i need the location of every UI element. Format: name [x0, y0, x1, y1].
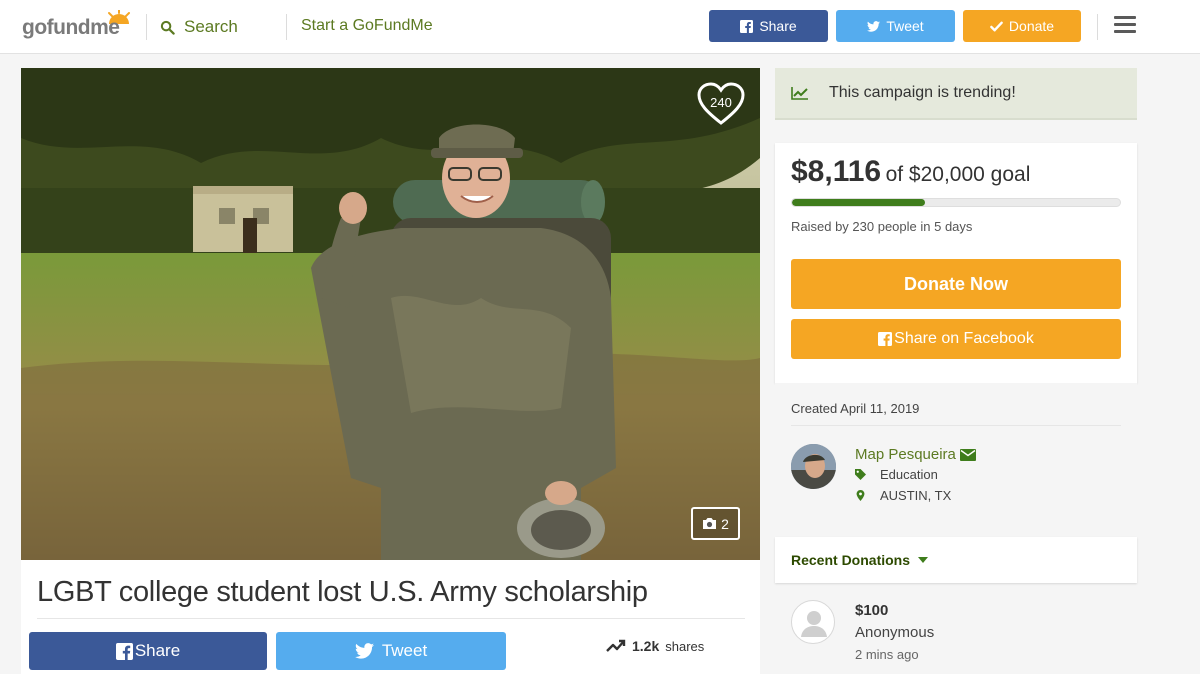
campaign-title-card: LGBT college student lost U.S. Army scho…: [21, 560, 760, 674]
envelope-icon[interactable]: [959, 448, 976, 461]
raised-amount: $8,116: [791, 155, 882, 188]
header-tweet-button[interactable]: Tweet: [836, 10, 955, 42]
twitter-icon: [867, 20, 881, 32]
top-nav: gofundme Search Start a GoFundMe Share T…: [0, 0, 1200, 54]
header-divider: [1097, 14, 1098, 40]
facebook-icon: [740, 19, 754, 33]
trending-banner: This campaign is trending!: [775, 68, 1137, 120]
tweet-label: Tweet: [381, 641, 428, 660]
trending-up-icon: [606, 639, 626, 652]
trending-text: This campaign is trending!: [829, 84, 1016, 101]
tag-icon: [855, 469, 866, 480]
raised-summary: $8,116 of $20,000 goal: [791, 155, 1030, 189]
photo-count-label: 2: [721, 515, 729, 532]
donor-avatar: [791, 600, 835, 644]
header-divider: [286, 14, 287, 40]
category-label: Education: [880, 467, 938, 482]
campaign-title: LGBT college student lost U.S. Army scho…: [37, 576, 648, 608]
header-tweet-label: Tweet: [886, 18, 924, 34]
share-button[interactable]: Share: [29, 632, 267, 670]
created-divider: [791, 425, 1121, 426]
facebook-icon: [878, 332, 893, 346]
location-label: AUSTIN, TX: [880, 488, 952, 503]
logo-text: gofundme: [22, 16, 120, 39]
donate-now-button[interactable]: Donate Now: [791, 259, 1121, 309]
progress-bar: [791, 198, 1121, 207]
search-label: Search: [184, 17, 238, 36]
organizer-name-link[interactable]: Map Pesqueira: [855, 446, 976, 463]
share-count-label: shares: [665, 638, 705, 654]
twitter-icon: [354, 643, 374, 659]
organizer-name: Map Pesqueira: [855, 446, 956, 463]
created-date: Created April 11, 2019: [791, 401, 920, 416]
campaign-photo[interactable]: [21, 68, 760, 560]
start-gofundme-link[interactable]: Start a GoFundMe: [301, 17, 433, 35]
goal-text: of $20,000 goal: [885, 163, 1031, 186]
photo-gallery-button[interactable]: 2: [691, 507, 740, 540]
camera-icon: [703, 518, 717, 529]
campaign-photo-illustration: [21, 68, 760, 560]
heart-count: 240: [710, 95, 732, 110]
category-row[interactable]: Education: [855, 467, 938, 482]
donor-name: Anonymous: [855, 624, 935, 641]
gofundme-logo[interactable]: gofundme: [22, 10, 130, 42]
organizer-card: Created April 11, 2019 Map Pesqueira Edu…: [775, 383, 1137, 523]
header-donate-button[interactable]: Donate: [963, 10, 1081, 42]
anonymous-user-icon: [801, 611, 827, 637]
caret-down-icon: [918, 557, 929, 563]
raised-by-text: Raised by 230 people in 5 days: [791, 219, 973, 234]
donation-time: 2 mins ago: [855, 647, 919, 662]
organizer-avatar[interactable]: [791, 444, 836, 489]
share-on-facebook-label: Share on Facebook: [894, 330, 1034, 347]
share-count-number: 1.2k: [632, 638, 660, 654]
header-share-button[interactable]: Share: [709, 10, 828, 42]
header-divider: [146, 14, 147, 40]
header-donate-label: Donate: [1008, 18, 1055, 34]
share-count: 1.2k shares: [606, 638, 704, 654]
header-share-label: Share: [759, 18, 797, 34]
recent-donations-toggle[interactable]: Recent Donations: [775, 537, 1137, 583]
map-pin-icon: [856, 490, 865, 501]
donation-summary-card: $8,116 of $20,000 goal Raised by 230 peo…: [775, 143, 1137, 383]
trending-chart-icon: [791, 87, 808, 100]
facebook-icon: [115, 642, 133, 660]
location-row: AUSTIN, TX: [855, 488, 951, 503]
tweet-button[interactable]: Tweet: [276, 632, 506, 670]
title-divider: [37, 618, 745, 619]
share-on-facebook-button[interactable]: Share on Facebook: [791, 319, 1121, 359]
share-label: Share: [134, 641, 181, 660]
donation-amount: $100: [855, 602, 889, 619]
search-link[interactable]: Search: [160, 16, 238, 38]
recent-donations-label: Recent Donations: [791, 552, 911, 568]
hamburger-menu-icon[interactable]: [1114, 16, 1136, 34]
search-icon: [160, 20, 175, 35]
organizer-avatar-image: [791, 444, 836, 489]
checkmark-icon: [990, 21, 1003, 31]
progress-fill: [792, 199, 926, 206]
